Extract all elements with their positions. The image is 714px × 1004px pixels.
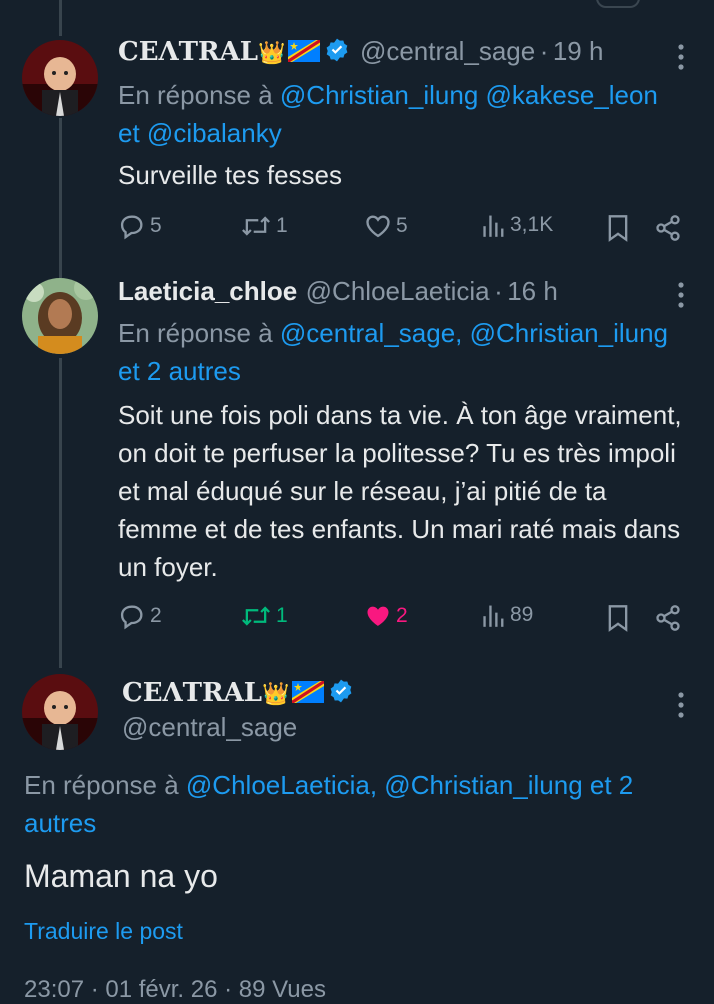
avatar[interactable] [22,674,98,750]
reply-context-line2[interactable]: autres [24,804,96,842]
handle[interactable]: @central_sage [122,712,297,743]
display-name[interactable]: CEɅTRAL [122,678,262,708]
tweet-text: Maman na yo [24,858,218,894]
reply-prefix: En réponse à [24,770,179,800]
reply-mentions[interactable]: @ChloeLaeticia, @Christian_ilung et 2 [186,770,633,800]
verified-icon [330,679,351,703]
crown-emoji: 👑 [262,681,290,706]
tweet-header: CEɅTRAL👑 [122,678,354,708]
translate-link[interactable]: Traduire le post [24,918,183,945]
reply-context: En réponse à @ChloeLaeticia, @Christian_… [24,766,633,804]
tweet-footer-timestamp: 23:07 · 01 févr. 26 · 89 Vues [24,976,326,1003]
more-options-icon[interactable] [676,690,686,720]
drc-flag-icon [291,681,324,703]
main-tweet: CEɅTRAL👑 @central_sage En réponse à @Chl… [0,0,714,1003]
